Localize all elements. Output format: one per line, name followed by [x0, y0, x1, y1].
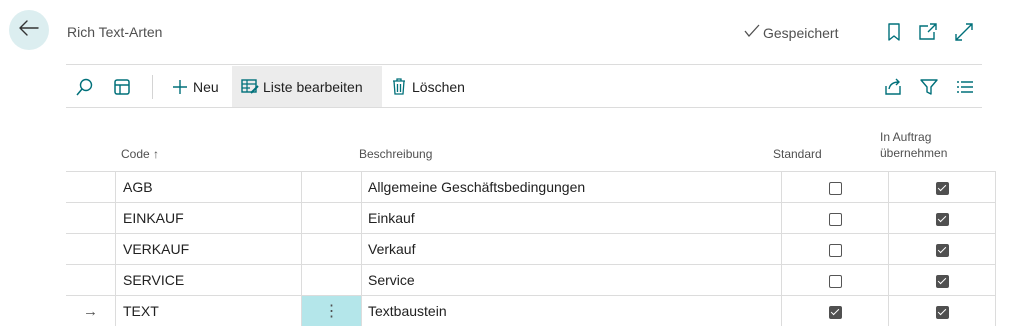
code-cell[interactable]: VERKAUF [115, 233, 302, 265]
table-row[interactable]: AGB Allgemeine Geschäftsbedingungen [66, 171, 996, 203]
column-header-code-label: Code [121, 147, 150, 161]
standard-checkbox[interactable] [828, 305, 842, 319]
expand-icon[interactable] [954, 22, 974, 42]
open-in-new-window-icon[interactable] [918, 22, 938, 42]
row-selector[interactable] [66, 202, 116, 234]
code-cell[interactable]: EINKAUF [115, 202, 302, 234]
code-cell[interactable]: TEXT [115, 295, 302, 326]
row-menu-cell[interactable] [301, 202, 362, 234]
standard-checkbox[interactable] [828, 212, 842, 226]
row-selector[interactable] [66, 171, 116, 203]
edit-list-icon [241, 78, 259, 95]
list-view-button[interactable] [954, 66, 976, 107]
list-icon [956, 80, 974, 94]
filter-button[interactable] [918, 66, 940, 107]
edit-list-button[interactable]: Liste bearbeiten [232, 66, 382, 107]
toolbar-top-divider [66, 64, 982, 65]
table-row[interactable]: SERVICE Service [66, 264, 996, 296]
row-selector[interactable]: → [66, 295, 116, 326]
code-cell[interactable]: SERVICE [115, 264, 302, 296]
column-header-code[interactable]: Code ↑ [121, 146, 159, 162]
in-order-checkbox[interactable] [935, 305, 949, 319]
row-menu-cell[interactable]: ⋮ [301, 295, 362, 326]
filter-pane-icon [113, 78, 131, 96]
trash-icon [392, 78, 406, 95]
row-menu-cell[interactable] [301, 264, 362, 296]
column-header-in-order-line2: übernehmen [880, 146, 948, 160]
page-title: Rich Text-Arten [67, 24, 163, 40]
description-cell[interactable]: Service [361, 264, 782, 296]
standard-checkbox[interactable] [828, 274, 842, 288]
table-row[interactable]: EINKAUF Einkauf [66, 202, 996, 234]
delete-button-label: Löschen [412, 78, 465, 95]
row-menu-cell[interactable] [301, 171, 362, 203]
standard-checkbox[interactable] [828, 181, 842, 195]
search-icon [76, 78, 94, 96]
code-cell[interactable]: AGB [115, 171, 302, 203]
share-icon [884, 78, 902, 96]
table-row-selected[interactable]: → TEXT ⋮ Textbaustein [66, 295, 996, 326]
bookmark-icon[interactable] [884, 22, 904, 42]
rich-text-types-table: AGB Allgemeine Geschäftsbedingungen EINK… [66, 171, 996, 326]
arrow-right-icon: → [83, 302, 98, 320]
saved-status-label: Gespeichert [763, 24, 839, 41]
in-order-checkbox[interactable] [935, 274, 949, 288]
row-menu-cell[interactable] [301, 233, 362, 265]
new-button-label: Neu [193, 78, 219, 95]
toolbar-bottom-divider [66, 107, 982, 108]
plus-icon [172, 79, 188, 95]
standard-checkbox[interactable] [828, 243, 842, 257]
column-header-standard[interactable]: Standard [773, 146, 822, 162]
toolbar-separator [152, 75, 153, 99]
new-button[interactable]: Neu [170, 66, 221, 107]
delete-button[interactable]: Löschen [392, 66, 465, 107]
back-button[interactable] [9, 10, 49, 50]
in-order-checkbox[interactable] [935, 243, 949, 257]
in-order-checkbox[interactable] [935, 181, 949, 195]
row-selector[interactable] [66, 233, 116, 265]
more-options-icon[interactable]: ⋮ [324, 303, 340, 320]
edit-list-button-label: Liste bearbeiten [263, 78, 363, 95]
action-toolbar: Neu Liste bearbeiten Löschen [66, 66, 982, 107]
table-row[interactable]: VERKAUF Verkauf [66, 233, 996, 265]
description-cell[interactable]: Allgemeine Geschäftsbedingungen [361, 171, 782, 203]
row-selector[interactable] [66, 264, 116, 296]
filter-icon [920, 78, 938, 96]
description-cell[interactable]: Verkauf [361, 233, 782, 265]
sort-ascending-icon: ↑ [153, 147, 160, 161]
search-button[interactable] [74, 66, 96, 107]
column-header-in-order-line1: In Auftrag [880, 130, 932, 144]
in-order-checkbox[interactable] [935, 212, 949, 226]
filter-pane-button[interactable] [110, 66, 134, 107]
description-cell[interactable]: Textbaustein [361, 295, 782, 326]
share-button[interactable] [882, 66, 904, 107]
checkmark-icon [744, 24, 760, 41]
column-header-in-order[interactable]: In Auftrag übernehmen [880, 129, 947, 161]
column-header-description[interactable]: Beschreibung [359, 146, 432, 162]
saved-status: Gespeichert [744, 24, 838, 41]
arrow-left-icon [19, 19, 39, 41]
description-cell[interactable]: Einkauf [361, 202, 782, 234]
